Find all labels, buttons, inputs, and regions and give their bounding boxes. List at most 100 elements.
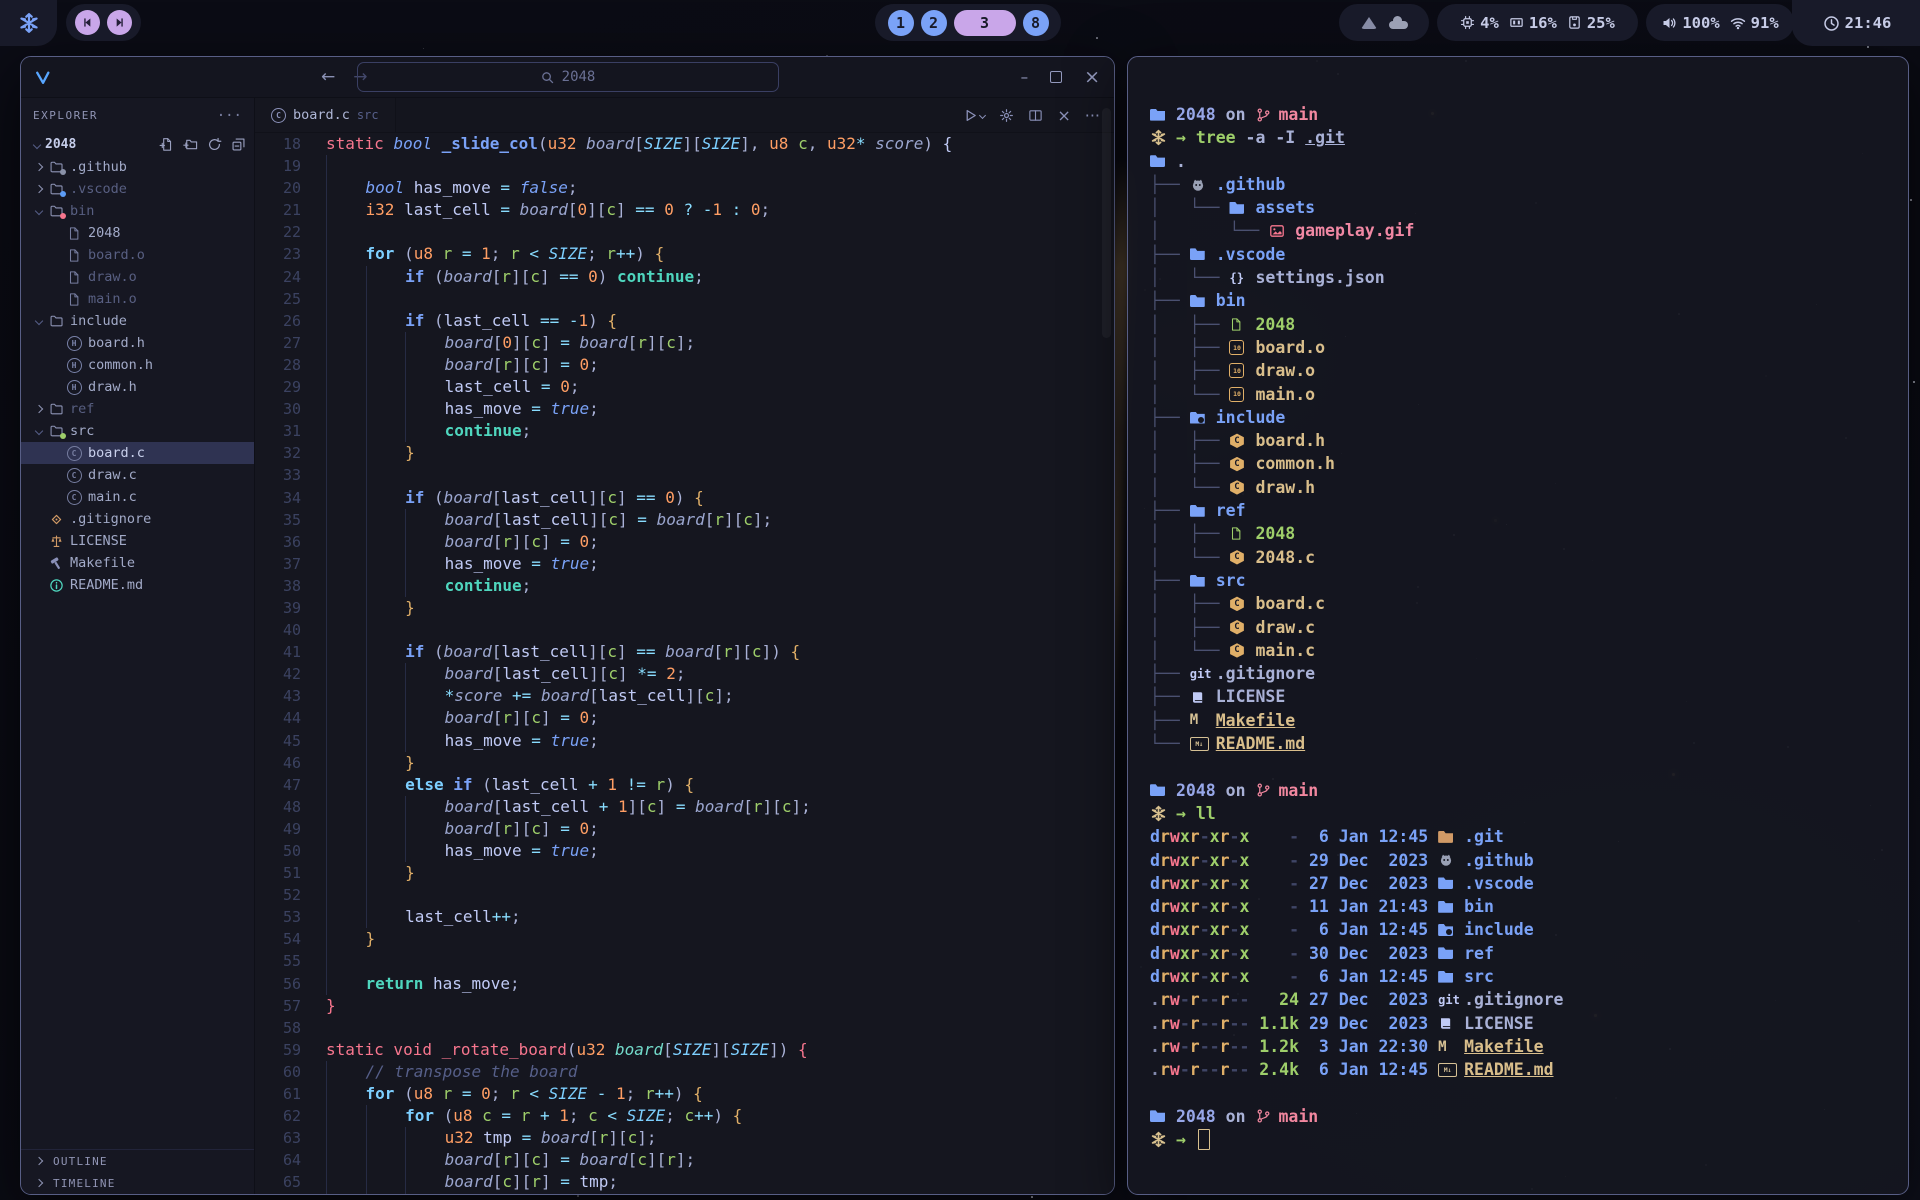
command-center-search[interactable]: 2048 xyxy=(357,62,779,92)
explorer-item-Makefile[interactable]: Makefile xyxy=(21,552,254,574)
explorer-item-2048[interactable]: 2048 xyxy=(21,222,254,244)
code-line-23[interactable]: 23for (u8 r = 1; r < SIZE; r++) { xyxy=(255,243,1114,265)
explorer-item-README.md[interactable]: README.md xyxy=(21,574,254,596)
code-line-63[interactable]: 63u32 tmp = board[r][c]; xyxy=(255,1127,1114,1149)
weather-widget[interactable] xyxy=(1339,4,1429,41)
explorer-item-LICENSE[interactable]: LICENSE xyxy=(21,530,254,552)
tab-board-c[interactable]: board.c src xyxy=(255,98,396,132)
code-line-32[interactable]: 32} xyxy=(255,442,1114,464)
new-file-button[interactable] xyxy=(159,137,174,152)
settings-gear-icon[interactable] xyxy=(999,108,1014,123)
explorer-item-common.h[interactable]: common.h xyxy=(21,354,254,376)
run-file-button[interactable] xyxy=(963,108,985,123)
minimize-button[interactable]: – xyxy=(1021,68,1029,86)
code-line-59[interactable]: 59static void _rotate_board(u32 board[SI… xyxy=(255,1039,1114,1061)
code-line-57[interactable]: 57} xyxy=(255,995,1114,1017)
code-line-34[interactable]: 34if (board[last_cell][c] == 0) { xyxy=(255,487,1114,509)
code-line-43[interactable]: 43*score += board[last_cell][c]; xyxy=(255,685,1114,707)
explorer-item-board.h[interactable]: board.h xyxy=(21,332,254,354)
code-line-46[interactable]: 46} xyxy=(255,752,1114,774)
explorer-item-draw.o[interactable]: draw.o xyxy=(21,266,254,288)
code-line-65[interactable]: 65board[c][r] = tmp; xyxy=(255,1171,1114,1193)
close-editor-button[interactable]: × xyxy=(1057,106,1070,125)
code-line-38[interactable]: 38continue; xyxy=(255,575,1114,597)
project-root-row[interactable]: 2048 xyxy=(21,133,254,156)
new-folder-button[interactable] xyxy=(183,137,198,152)
code-line-25[interactable]: 25 xyxy=(255,288,1114,310)
code-line-24[interactable]: 24if (board[r][c] == 0) continue; xyxy=(255,266,1114,288)
explorer-item-.gitignore[interactable]: .gitignore xyxy=(21,508,254,530)
workspace-button-8[interactable]: 8 xyxy=(1023,10,1049,36)
explorer-item-board.o[interactable]: board.o xyxy=(21,244,254,266)
code-line-27[interactable]: 27board[0][c] = board[r][c]; xyxy=(255,332,1114,354)
editor-more-actions[interactable]: ··· xyxy=(1085,106,1100,125)
code-line-37[interactable]: 37has_move = true; xyxy=(255,553,1114,575)
sidebar-section-outline[interactable]: OUTLINE xyxy=(21,1150,254,1172)
collapse-folders-button[interactable] xyxy=(231,137,246,152)
explorer-item-.vscode[interactable]: .vscode xyxy=(21,178,254,200)
close-button[interactable]: × xyxy=(1084,66,1100,88)
code-line-21[interactable]: 21i32 last_cell = board[0][c] == 0 ? -1 … xyxy=(255,199,1114,221)
explorer-item-main.o[interactable]: main.o xyxy=(21,288,254,310)
code-line-56[interactable]: 56return has_move; xyxy=(255,973,1114,995)
system-stats-widget[interactable]: 4% 16% 25% xyxy=(1437,4,1638,41)
code-line-55[interactable]: 55 xyxy=(255,950,1114,972)
code-line-60[interactable]: 60// transpose the board xyxy=(255,1061,1114,1083)
split-editor-button[interactable] xyxy=(1028,108,1043,123)
maximize-button[interactable] xyxy=(1050,71,1062,83)
code-line-61[interactable]: 61for (u8 r = 0; r < SIZE - 1; r++) { xyxy=(255,1083,1114,1105)
explorer-more-actions[interactable]: ··· xyxy=(217,108,242,124)
navigate-back-button[interactable]: ← xyxy=(321,67,335,87)
code-line-31[interactable]: 31continue; xyxy=(255,420,1114,442)
code-line-53[interactable]: 53last_cell++; xyxy=(255,906,1114,928)
code-line-33[interactable]: 33 xyxy=(255,464,1114,486)
code-line-18[interactable]: 18static bool _slide_col(u32 board[SIZE]… xyxy=(255,133,1114,155)
code-line-20[interactable]: 20bool has_move = false; xyxy=(255,177,1114,199)
clock-widget[interactable]: 21:46 xyxy=(1792,0,1920,46)
code-line-50[interactable]: 50has_move = true; xyxy=(255,840,1114,862)
explorer-item-src[interactable]: src xyxy=(21,420,254,442)
code-line-54[interactable]: 54} xyxy=(255,928,1114,950)
code-line-47[interactable]: 47else if (last_cell + 1 != r) { xyxy=(255,774,1114,796)
audio-network-widget[interactable]: 100% 91% xyxy=(1646,4,1794,41)
code-line-51[interactable]: 51} xyxy=(255,862,1114,884)
code-line-45[interactable]: 45has_move = true; xyxy=(255,730,1114,752)
explorer-item-include[interactable]: include xyxy=(21,310,254,332)
code-line-41[interactable]: 41if (board[last_cell][c] == board[r][c]… xyxy=(255,641,1114,663)
launcher-button[interactable] xyxy=(0,0,57,46)
sidebar-section-timeline[interactable]: TIMELINE xyxy=(21,1172,254,1194)
explorer-item-board.c[interactable]: board.c xyxy=(21,442,254,464)
code-area[interactable]: 18static bool _slide_col(u32 board[SIZE]… xyxy=(255,133,1114,1194)
code-line-52[interactable]: 52 xyxy=(255,884,1114,906)
code-line-26[interactable]: 26if (last_cell == -1) { xyxy=(255,310,1114,332)
media-previous-button[interactable] xyxy=(75,10,100,35)
explorer-item-draw.c[interactable]: draw.c xyxy=(21,464,254,486)
terminal-window[interactable]: 2048 on main→ tree -a -I .git.├── .githu… xyxy=(1127,56,1909,1195)
explorer-item-bin[interactable]: bin xyxy=(21,200,254,222)
code-line-62[interactable]: 62for (u8 c = r + 1; c < SIZE; c++) { xyxy=(255,1105,1114,1127)
workspace-button-2[interactable]: 2 xyxy=(921,10,947,36)
code-line-40[interactable]: 40 xyxy=(255,619,1114,641)
code-line-35[interactable]: 35board[last_cell][c] = board[r][c]; xyxy=(255,509,1114,531)
code-line-19[interactable]: 19 xyxy=(255,155,1114,177)
code-line-36[interactable]: 36board[r][c] = 0; xyxy=(255,531,1114,553)
explorer-item-ref[interactable]: ref xyxy=(21,398,254,420)
explorer-item-main.c[interactable]: main.c xyxy=(21,486,254,508)
editor-pane[interactable]: board.c src × ··· 18static bool _slide_c… xyxy=(255,98,1114,1194)
code-line-49[interactable]: 49board[r][c] = 0; xyxy=(255,818,1114,840)
media-next-button[interactable] xyxy=(107,10,132,35)
code-line-39[interactable]: 39} xyxy=(255,597,1114,619)
workspace-button-1[interactable]: 1 xyxy=(888,10,914,36)
code-line-29[interactable]: 29last_cell = 0; xyxy=(255,376,1114,398)
editor-scrollbar[interactable] xyxy=(1102,108,1111,338)
code-line-58[interactable]: 58 xyxy=(255,1017,1114,1039)
workspace-button-3[interactable]: 3 xyxy=(954,10,1016,36)
explorer-item-.github[interactable]: .github xyxy=(21,156,254,178)
code-line-64[interactable]: 64board[r][c] = board[c][r]; xyxy=(255,1149,1114,1171)
code-line-44[interactable]: 44board[r][c] = 0; xyxy=(255,707,1114,729)
code-line-22[interactable]: 22 xyxy=(255,221,1114,243)
refresh-explorer-button[interactable] xyxy=(207,137,222,152)
code-line-28[interactable]: 28board[r][c] = 0; xyxy=(255,354,1114,376)
explorer-item-draw.h[interactable]: draw.h xyxy=(21,376,254,398)
code-line-48[interactable]: 48board[last_cell + 1][c] = board[r][c]; xyxy=(255,796,1114,818)
